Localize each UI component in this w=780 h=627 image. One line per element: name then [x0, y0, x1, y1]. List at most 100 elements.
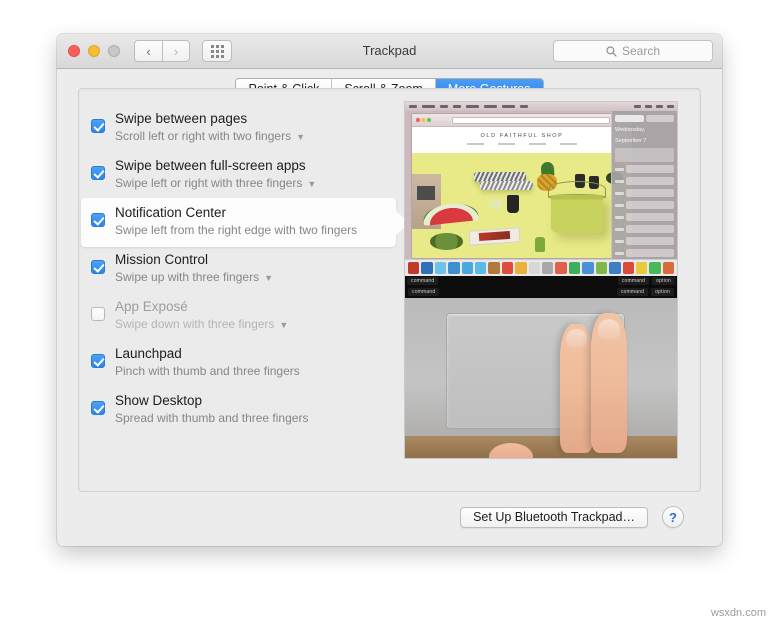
- gesture-description-row[interactable]: Swipe down with three fingers ▼: [115, 316, 288, 333]
- gesture-title: Launchpad: [115, 346, 182, 361]
- preview-desktop-scene: OLD FAITHFUL SHOP Wednesday, September 7…: [405, 102, 677, 285]
- simulated-menubar: [405, 102, 677, 111]
- chevron-down-icon[interactable]: ▼: [296, 133, 305, 142]
- notification-item: [615, 201, 674, 209]
- green-bottle-object: [535, 237, 546, 252]
- notification-item: [615, 237, 674, 245]
- gesture-description: Swipe up with three fingers: [115, 270, 260, 284]
- soap-object: [489, 199, 503, 209]
- gesture-demo-preview: OLD FAITHFUL SHOP Wednesday, September 7…: [404, 101, 678, 459]
- window-footer: Set Up Bluetooth Trackpad… ?: [57, 492, 722, 546]
- book-object: [468, 226, 521, 246]
- gesture-title: Swipe between full-screen apps: [115, 158, 306, 173]
- shop-title: OLD FAITHFUL SHOP: [480, 133, 564, 139]
- gesture-description: Spread with thumb and three fingers: [115, 411, 309, 425]
- set-up-bluetooth-trackpad-button[interactable]: Set Up Bluetooth Trackpad…: [460, 507, 648, 528]
- notification-item: [615, 189, 674, 197]
- checkbox-swipe-between-full-screen-apps[interactable]: [91, 166, 105, 180]
- search-placeholder: Search: [621, 44, 661, 58]
- dropper-bottle-object: [506, 195, 519, 213]
- simulated-desktop: OLD FAITHFUL SHOP Wednesday, September 7…: [405, 102, 677, 285]
- checkbox-show-desktop[interactable]: [91, 401, 105, 415]
- finger-one: [560, 323, 593, 453]
- gesture-description-row[interactable]: Scroll left or right with two fingers ▼: [115, 128, 305, 145]
- gesture-row-swipe-between-pages[interactable]: Swipe between pages Scroll left or right…: [79, 104, 419, 151]
- notification-center-panel: Wednesday, September 7: [611, 111, 677, 259]
- gesture-title: Show Desktop: [115, 393, 203, 408]
- checkmark-icon: [91, 166, 105, 180]
- gesture-title: Notification Center: [115, 205, 227, 220]
- checkbox-launchpad[interactable]: [91, 354, 105, 368]
- gesture-description: Swipe down with three fingers: [115, 317, 275, 331]
- checkmark-icon: [91, 354, 105, 368]
- simulated-trackpad-photo: command command option: [405, 285, 677, 458]
- cactus-object: [429, 232, 463, 250]
- gesture-row-launchpad[interactable]: Launchpad Pinch with thumb and three fin…: [79, 339, 419, 386]
- fingernail: [597, 318, 621, 340]
- notification-item: [615, 225, 674, 233]
- apple-menu-icon: [409, 105, 417, 108]
- keyboard-edge-strip: command command option: [405, 285, 677, 298]
- notification-widget-card: [615, 148, 674, 162]
- notification-item: [615, 177, 674, 185]
- watermark: wsxdn.com: [710, 607, 766, 619]
- notification-item: [615, 249, 674, 257]
- fingernail: [565, 328, 587, 349]
- gesture-list: Swipe between pages Scroll left or right…: [79, 104, 419, 433]
- gesture-text: Swipe between full-screen apps Swipe lef…: [115, 157, 316, 192]
- gesture-title: App Exposé: [115, 299, 188, 314]
- gesture-text: Mission Control Swipe up with three fing…: [115, 251, 273, 286]
- gesture-row-swipe-between-full-screen-apps[interactable]: Swipe between full-screen apps Swipe lef…: [79, 151, 419, 198]
- checkbox-app-expose[interactable]: [91, 307, 105, 321]
- gesture-description-row[interactable]: Swipe left or right with three fingers ▼: [115, 175, 316, 192]
- gesture-title: Mission Control: [115, 252, 209, 267]
- checkmark-icon: [91, 213, 105, 227]
- checkbox-notification-center[interactable]: [91, 213, 105, 227]
- gesture-text: Notification Center Swipe left from the …: [115, 204, 357, 239]
- notification-item: [615, 213, 674, 221]
- gesture-description-row: Swipe left from the right edge with two …: [115, 222, 357, 239]
- finger-two: [591, 313, 627, 453]
- gesture-description: Pinch with thumb and three fingers: [115, 364, 300, 378]
- simulated-shop-header: OLD FAITHFUL SHOP: [412, 127, 632, 153]
- checkbox-swipe-between-pages[interactable]: [91, 119, 105, 133]
- command-key-left: command: [408, 287, 440, 296]
- green-bucket-object: [550, 195, 604, 233]
- gesture-description-row: Pinch with thumb and three fingers: [115, 363, 300, 380]
- gesture-row-notification-center[interactable]: Notification Center Swipe left from the …: [79, 198, 419, 247]
- gesture-row-mission-control[interactable]: Mission Control Swipe up with three fing…: [79, 245, 419, 292]
- command-key-right: command: [616, 287, 649, 296]
- chevron-down-icon[interactable]: ▼: [307, 180, 316, 189]
- checkmark-icon: [91, 260, 105, 274]
- checkbox-mission-control[interactable]: [91, 260, 105, 274]
- simulated-product-photo: [412, 153, 632, 258]
- gesture-description-row: Spread with thumb and three fingers: [115, 410, 308, 427]
- chevron-down-icon[interactable]: ▼: [279, 321, 288, 330]
- notification-item: [615, 165, 674, 173]
- simulated-url-field: [451, 116, 610, 124]
- simulated-browser-window: OLD FAITHFUL SHOP: [411, 113, 633, 259]
- gesture-text: Swipe between pages Scroll left or right…: [115, 110, 305, 145]
- option-key: option: [651, 287, 674, 296]
- notification-date-line-1: Wednesday,: [615, 127, 646, 133]
- checkmark-icon: [91, 119, 105, 133]
- trackpad-preferences-window: ‹ › Trackpad Search Point & Click Scroll…: [57, 34, 722, 546]
- search-input[interactable]: Search: [553, 40, 713, 62]
- simulated-dock: [405, 259, 677, 276]
- checkmark-icon: [91, 401, 105, 415]
- gesture-row-show-desktop[interactable]: Show Desktop Spread with thumb and three…: [79, 386, 419, 433]
- command-key-left: command: [407, 276, 439, 285]
- help-button[interactable]: ?: [662, 506, 684, 528]
- command-key-right: command: [617, 276, 650, 285]
- window-titlebar: ‹ › Trackpad Search: [57, 34, 722, 69]
- striped-towels-object: [480, 181, 533, 190]
- chevron-down-icon[interactable]: ▼: [264, 274, 273, 283]
- notification-center-segmented-control: [615, 115, 674, 122]
- gesture-row-app-expose[interactable]: App Exposé Swipe down with three fingers…: [79, 292, 419, 339]
- desk-surface: [405, 435, 677, 458]
- option-key: option: [652, 276, 675, 285]
- gesture-description-row[interactable]: Swipe up with three fingers ▼: [115, 269, 273, 286]
- empty-checkbox-icon: [91, 307, 105, 321]
- simulated-browser-toolbar: [412, 114, 632, 127]
- gesture-description: Swipe left or right with three fingers: [115, 176, 303, 190]
